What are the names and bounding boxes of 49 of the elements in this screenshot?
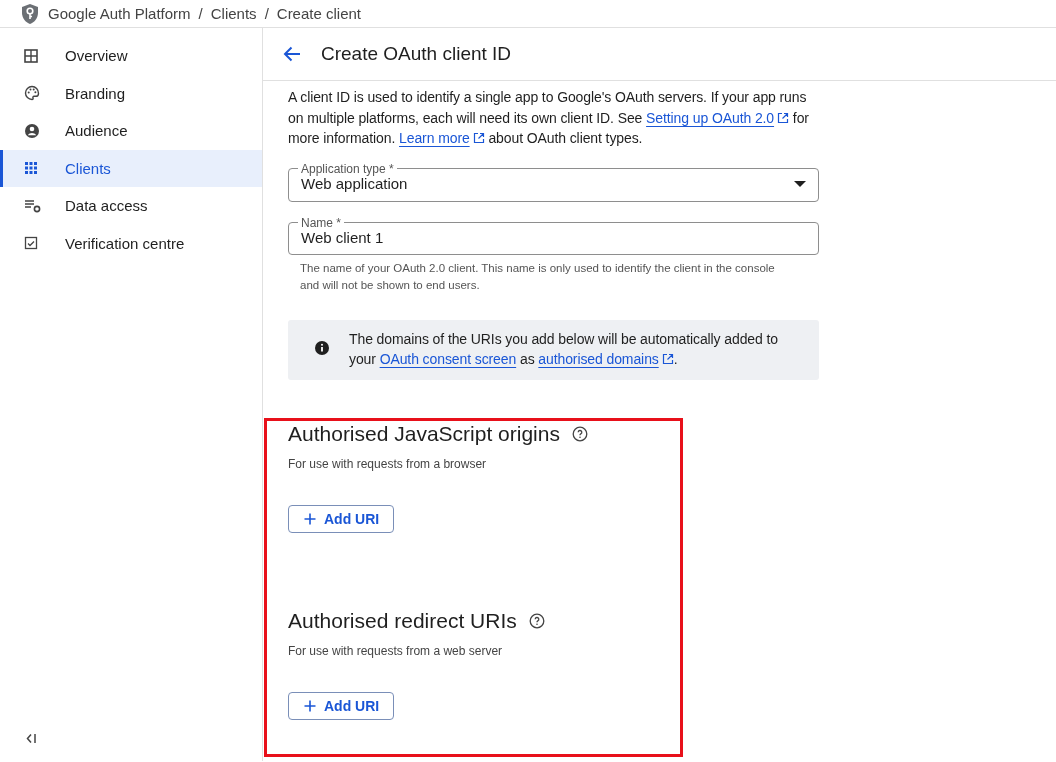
external-link-icon: [661, 353, 674, 365]
dashboard-icon: [24, 48, 38, 63]
link[interactable]: Learn more: [399, 130, 485, 146]
sidebar-item[interactable]: Verification centre: [0, 224, 262, 262]
section-subtitle: For use with requests from a web server: [288, 643, 504, 658]
help-icon[interactable]: [571, 425, 588, 442]
grid-icon: [24, 161, 38, 176]
collapse-sidebar-icon[interactable]: [26, 733, 37, 744]
external-link-icon: [777, 111, 790, 124]
helper-text: The name of your OAuth 2.0 client. This name is only used to identify the client in the console and will not be shown to end users.: [299, 260, 776, 293]
field-label: Name *: [300, 216, 342, 229]
field-label: Application type *: [300, 162, 395, 175]
dropdown-value: Web application: [301, 175, 409, 192]
name-input[interactable]: Web client 1: [301, 228, 806, 246]
external-link-icon: [472, 132, 485, 144]
palette-icon: [24, 85, 40, 102]
link[interactable]: OAuth consent screen: [379, 351, 517, 367]
info-icon: [315, 340, 329, 355]
breadcrumb-item[interactable]: Google Auth Platform: [48, 5, 191, 22]
breadcrumb-separator: /: [198, 5, 203, 22]
sidebar-item[interactable]: Overview: [0, 37, 262, 75]
plus-icon: [304, 699, 316, 712]
application-type-dropdown[interactable]: Application type * Web application: [288, 162, 819, 202]
breadcrumb-item[interactable]: Clients: [210, 5, 257, 22]
sidebar-item[interactable]: Audience: [0, 112, 262, 150]
sidebar-item[interactable]: Clients: [0, 149, 262, 187]
name-field[interactable]: Name * Web client 1: [288, 216, 819, 255]
checkbox-icon: [24, 236, 38, 251]
list-gear-icon: [24, 198, 42, 213]
section-subtitle: For use with requests from a browser: [288, 456, 488, 471]
section-title: Authorised redirect URIs: [288, 608, 517, 633]
back-arrow-icon[interactable]: [283, 46, 301, 62]
help-icon[interactable]: [528, 612, 545, 629]
link[interactable]: Setting up OAuth 2.0: [646, 109, 790, 126]
breadcrumb-item: Create client: [276, 5, 361, 22]
link[interactable]: authorised domains: [538, 351, 674, 367]
description-text: A client ID is used to identify a single app to Google's OAuth servers. If your app runs on multiple platforms, each will need its own client ID. See Setting up OAuth 2.0 for more information. Learn more about OAuth client types.: [288, 88, 810, 148]
sidebar-item[interactable]: Data access: [0, 187, 262, 225]
plus-icon: [304, 512, 316, 525]
add-uri-button[interactable]: Add URI: [288, 691, 395, 720]
dropdown-caret-icon: [794, 180, 806, 187]
shield-key-icon: [20, 2, 40, 25]
breadcrumb-separator: /: [264, 5, 269, 22]
add-uri-button[interactable]: Add URI: [288, 504, 395, 533]
sidebar-item[interactable]: Branding: [0, 74, 262, 112]
info-text: The domains of the URIs you add below will be automatically added to your OAuth consent screen as authorised domains .: [349, 329, 779, 369]
page-title: Create OAuth client ID: [321, 43, 512, 65]
person-icon: [24, 122, 40, 139]
section-title: Authorised JavaScript origins: [288, 421, 560, 446]
